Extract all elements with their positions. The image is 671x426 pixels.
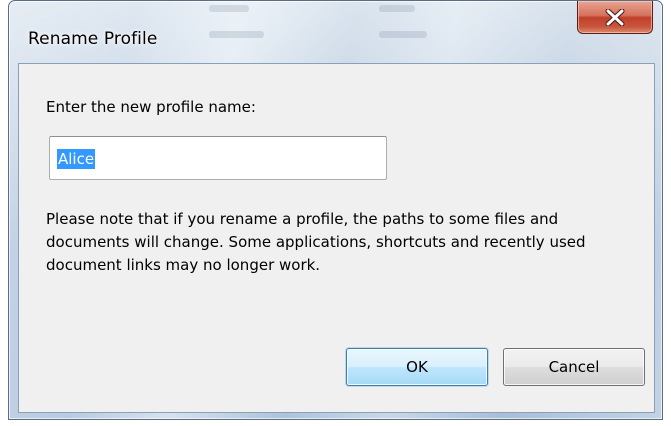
glass-reflection: [209, 31, 264, 38]
rename-warning-note: Please note that if you rename a profile…: [46, 210, 586, 274]
glass-reflection: [379, 31, 427, 38]
glass-reflection: [209, 5, 249, 12]
profile-name-input[interactable]: Alice: [49, 136, 387, 180]
prompt-label: Enter the new profile name:: [46, 98, 256, 116]
cancel-button[interactable]: Cancel: [503, 348, 645, 386]
window-title: Rename Profile: [28, 29, 158, 49]
rename-profile-window: Rename Profile Enter the new profile nam…: [8, 0, 663, 420]
close-x-icon: [605, 8, 625, 26]
glass-reflection: [379, 5, 415, 12]
close-button[interactable]: [577, 1, 653, 34]
screen: Rename Profile Enter the new profile nam…: [0, 0, 671, 426]
ok-button[interactable]: OK: [346, 348, 488, 386]
profile-name-value[interactable]: Alice: [57, 149, 96, 169]
dialog-client-area: Enter the new profile name: Alice Please…: [18, 63, 655, 413]
